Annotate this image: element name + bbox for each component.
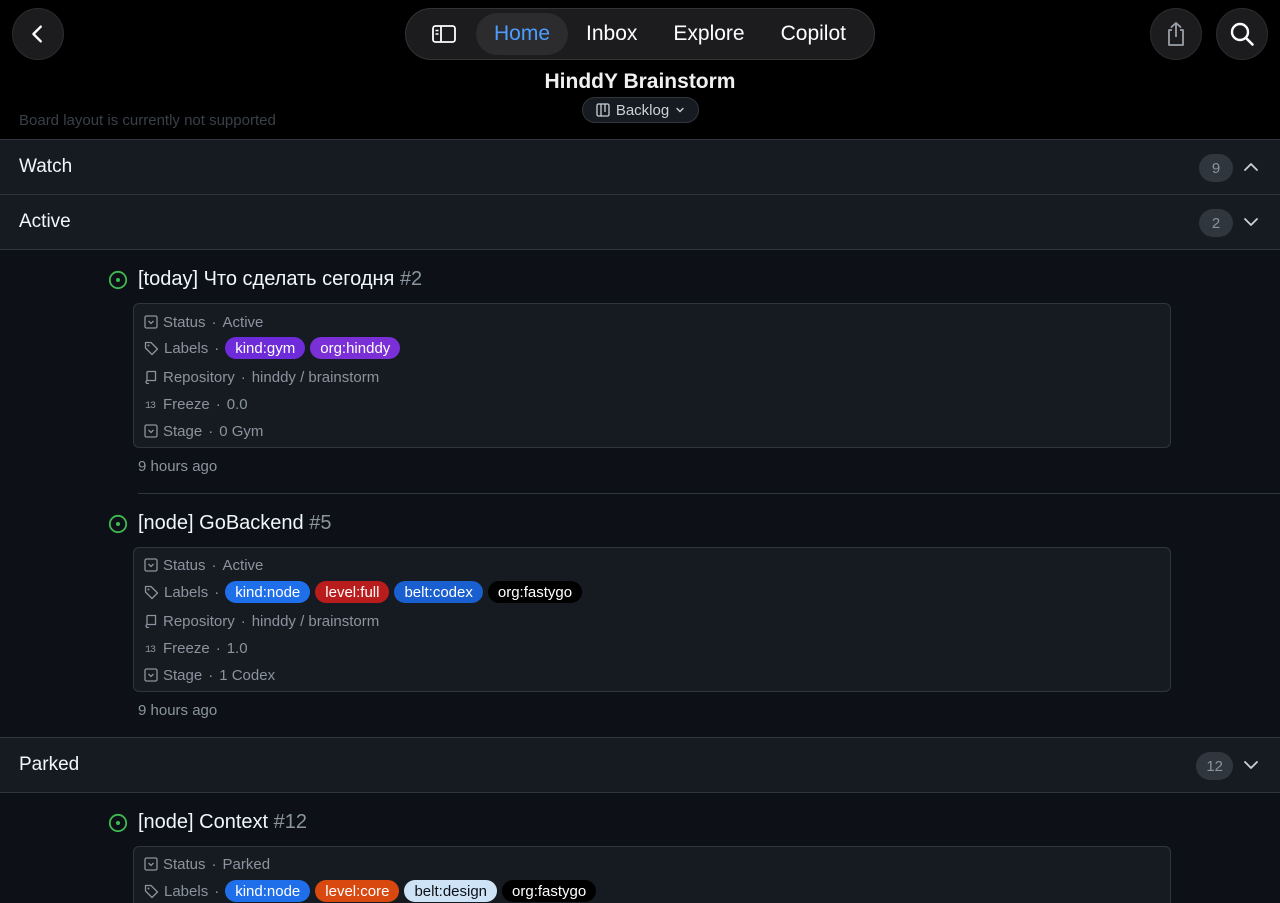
issue-fields: Status · Active Labels · kind:gym org:hindd… <box>133 303 1171 448</box>
divider <box>138 493 1280 494</box>
group-title: Parked <box>19 754 80 775</box>
label-chip[interactable]: belt:codex <box>394 581 483 603</box>
issue-open-icon <box>108 813 128 832</box>
tab-inbox[interactable]: Inbox <box>568 13 655 55</box>
svg-text:3: 3 <box>150 401 156 411</box>
svg-text:3: 3 <box>150 645 156 655</box>
sidebar-toggle-button[interactable] <box>412 13 476 55</box>
number-icon: 13 <box>145 401 156 411</box>
field-freeze: 13 Freeze · 0.0 <box>145 395 248 413</box>
issue-fields: Status · Parked Labels · kind:node level:co… <box>133 846 1171 903</box>
field-stage: Stage · 1 Codex <box>144 664 275 686</box>
field-repository: Repository · hinddy / brainstorm <box>144 366 379 388</box>
issue-title[interactable]: [node] GoBackend #5 <box>138 512 332 535</box>
group-count: 2 <box>1199 209 1233 237</box>
issue-fields: Status · Active Labels · kind:node level:fu… <box>133 547 1171 692</box>
search-button[interactable] <box>1216 8 1268 60</box>
tab-copilot[interactable]: Copilot <box>763 13 864 55</box>
repo-icon <box>145 614 157 628</box>
tag-icon <box>144 884 159 898</box>
label-chip[interactable]: org:fastygo <box>487 581 583 603</box>
top-bar: Home Inbox Explore Copilot Board layout … <box>0 0 1280 140</box>
field-stage: Stage · 0 Gym <box>144 420 263 442</box>
field-status: Status · Active <box>144 311 263 333</box>
field-labels: Labels · kind:node level:full belt:codex … <box>144 581 587 603</box>
table-view-icon <box>596 103 610 117</box>
updated-time: 9 hours ago <box>138 458 218 475</box>
label-chip[interactable]: org:hinddy <box>310 337 401 359</box>
label-chip[interactable]: level:full <box>315 581 390 603</box>
share-button[interactable] <box>1150 8 1202 60</box>
number-icon: 13 <box>145 645 156 655</box>
group-count: 12 <box>1196 752 1233 780</box>
chevron-down-icon[interactable] <box>1242 756 1260 774</box>
issue-title[interactable]: [today] Что сделать сегодня #2 <box>138 268 422 291</box>
board-layout-note: Board layout is currently not supported <box>19 112 276 129</box>
search-icon <box>1230 22 1254 46</box>
issue-open-icon <box>108 514 128 533</box>
chevron-left-icon <box>32 25 42 43</box>
single-select-icon <box>144 315 158 329</box>
label-chip[interactable]: org:fastygo <box>502 880 597 902</box>
view-selector[interactable]: Backlog <box>582 97 699 123</box>
field-labels: Labels · kind:node level:core belt:design… <box>144 880 601 902</box>
sidebar-icon <box>432 25 456 43</box>
group-header-active[interactable]: Active 2 <box>0 194 1280 250</box>
single-select-icon <box>144 857 158 871</box>
issue-title[interactable]: [node] Context #12 <box>138 811 307 834</box>
view-label: Backlog <box>615 101 670 119</box>
updated-time: 9 hours ago <box>138 702 218 719</box>
nav-pill: Home Inbox Explore Copilot <box>405 8 875 60</box>
label-chip[interactable]: kind:node <box>225 880 311 902</box>
issue-title-row[interactable]: [node] Context #12 <box>108 811 307 834</box>
issue-open-icon <box>108 270 128 289</box>
field-repository: Repository · hinddy / brainstorm <box>144 610 379 632</box>
chevron-up-icon[interactable] <box>1242 158 1260 176</box>
chevron-down-icon[interactable] <box>1242 213 1260 231</box>
tab-explore[interactable]: Explore <box>655 13 762 55</box>
tag-icon <box>144 585 159 599</box>
back-button[interactable] <box>12 8 64 60</box>
field-status: Status · Active <box>144 554 263 576</box>
single-select-icon <box>144 558 158 572</box>
issue-title-row[interactable]: [node] GoBackend #5 <box>108 512 332 535</box>
group-title: Active <box>19 211 71 232</box>
group-header-watch[interactable]: Watch 9 <box>0 139 1280 195</box>
label-chip[interactable]: level:core <box>315 880 400 902</box>
label-chip[interactable]: kind:node <box>225 581 311 603</box>
tag-icon <box>144 341 159 355</box>
page-title: HinddY Brainstorm <box>544 70 736 93</box>
field-freeze: 13 Freeze · 1.0 <box>145 639 248 657</box>
group-header-parked[interactable]: Parked 12 <box>0 737 1280 793</box>
group-count: 9 <box>1199 154 1233 182</box>
field-status: Status · Parked <box>144 853 270 875</box>
chevron-down-icon <box>676 107 684 113</box>
single-select-icon <box>144 668 158 682</box>
single-select-icon <box>144 424 158 438</box>
tab-home[interactable]: Home <box>476 13 569 55</box>
field-labels: Labels · kind:gym org:hinddy <box>144 337 405 359</box>
label-chip[interactable]: kind:gym <box>225 337 306 359</box>
share-icon <box>1168 22 1184 46</box>
issue-title-row[interactable]: [today] Что сделать сегодня #2 <box>108 268 422 291</box>
label-chip[interactable]: belt:design <box>404 880 498 902</box>
group-title: Watch <box>19 156 73 177</box>
repo-icon <box>145 370 157 384</box>
